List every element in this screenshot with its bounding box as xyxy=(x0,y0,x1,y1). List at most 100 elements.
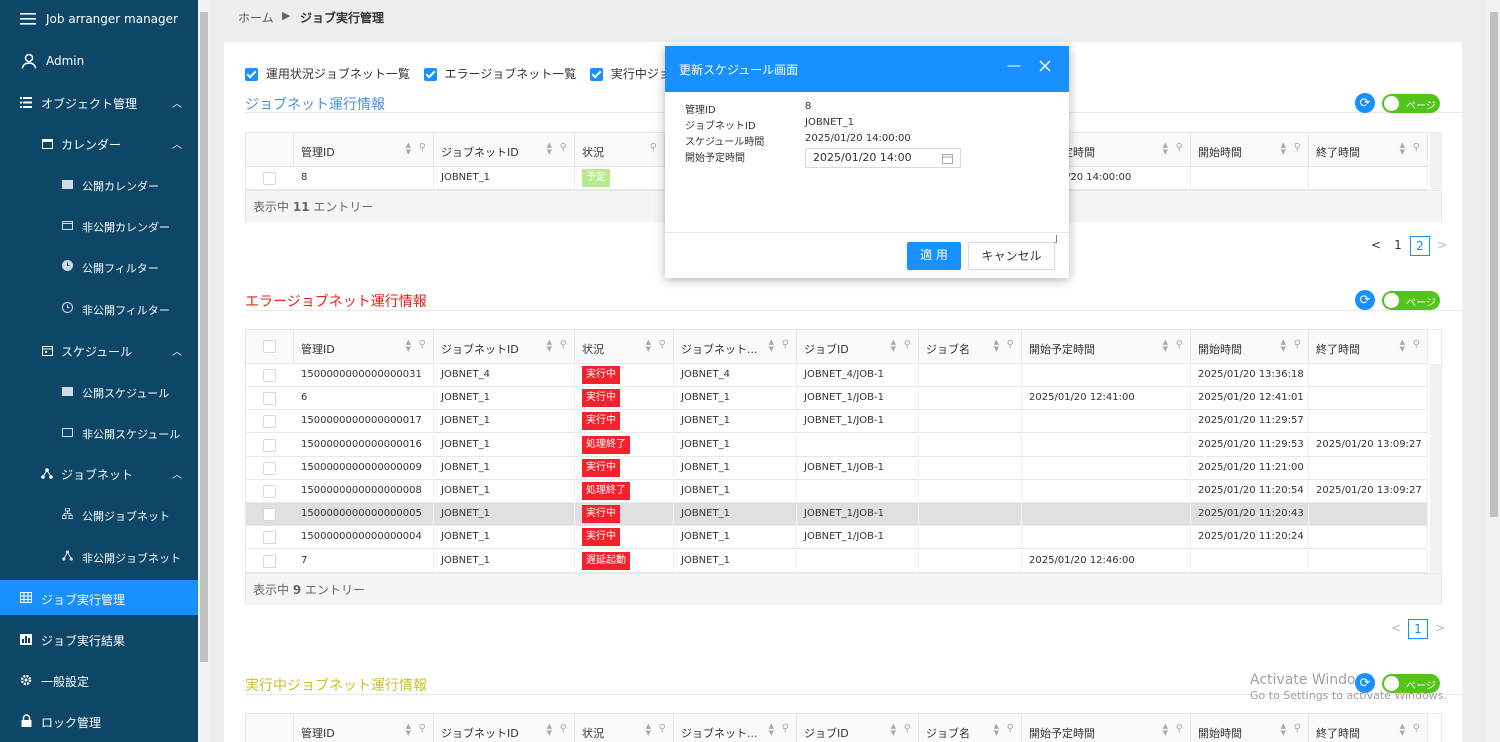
sidebar-item-private-filter[interactable]: 非公開フィルター xyxy=(0,289,198,327)
sort-icon[interactable]: ▲ ▼ xyxy=(646,339,651,353)
search-icon[interactable]: ⚲ xyxy=(1007,339,1014,350)
sort-icon[interactable]: ▲ ▼ xyxy=(1281,339,1286,353)
table-row[interactable]: 1500000000000000005 JOBNET_1 実行中 JOBNET_1 JO… xyxy=(246,503,1428,527)
sort-icon[interactable]: ▲ ▼ xyxy=(891,339,896,353)
page-2[interactable]: 2 xyxy=(1410,236,1430,256)
page-toggle[interactable]: ページ xyxy=(1382,291,1440,310)
sidebar-item-job-execution-management[interactable]: ジョブ実行管理 xyxy=(0,580,198,615)
search-icon[interactable]: ⚲ xyxy=(419,723,426,734)
sort-icon[interactable]: ▲ ▼ xyxy=(406,142,411,156)
filter-checkbox-2[interactable] xyxy=(423,68,437,81)
search-icon[interactable]: ⚲ xyxy=(1413,723,1420,734)
close-icon[interactable] xyxy=(1039,60,1051,75)
column-header[interactable]: 状況 ▲ ▼ ⚲ xyxy=(575,714,674,742)
sort-icon[interactable]: ▲ ▼ xyxy=(646,723,651,737)
sort-icon[interactable]: ▲ ▼ xyxy=(406,723,411,737)
search-icon[interactable]: ⚲ xyxy=(1176,723,1183,734)
sidebar-scrollbar-thumb[interactable] xyxy=(200,12,208,662)
row-checkbox[interactable] xyxy=(263,392,276,406)
sort-icon[interactable]: ▲ ▼ xyxy=(1400,723,1405,737)
sidebar-item-private-schedule[interactable]: 非公開スケジュール xyxy=(0,413,198,451)
search-icon[interactable]: ⚲ xyxy=(1294,339,1301,350)
row-checkbox[interactable] xyxy=(263,531,276,545)
prev-page-icon[interactable]: < xyxy=(1386,619,1406,639)
sort-icon[interactable]: ▲ ▼ xyxy=(547,142,552,156)
sort-icon[interactable]: ▲ ▼ xyxy=(1281,142,1286,156)
column-header[interactable]: 開始時間 ▲ ▼ ⚲ xyxy=(1191,330,1309,364)
column-header[interactable]: ジョブ名 ▲ ▼ ⚲ xyxy=(919,714,1022,742)
row-checkbox[interactable] xyxy=(263,415,276,429)
search-icon[interactable]: ⚲ xyxy=(1413,142,1420,153)
sort-icon[interactable]: ▲ ▼ xyxy=(1163,723,1168,737)
sort-icon[interactable]: ▲ ▼ xyxy=(994,339,999,353)
hamburger-menu-icon[interactable] xyxy=(20,11,36,27)
row-checkbox[interactable] xyxy=(263,508,276,522)
row-checkbox[interactable] xyxy=(263,172,276,185)
column-header[interactable]: 開始予定時間 ▲ ▼ ⚲ xyxy=(1022,714,1191,742)
table-row[interactable]: 7 JOBNET_1 遅延起動 JOBNET_1 2025/01/20 12:46:00 xyxy=(246,549,1428,573)
filter-checkbox-1[interactable] xyxy=(245,68,258,81)
table-row[interactable]: 1500000000000000004 JOBNET_1 実行中 JOBNET_1 JO… xyxy=(246,526,1428,550)
table-scrollbar[interactable] xyxy=(1430,364,1442,573)
row-checkbox[interactable] xyxy=(263,554,276,568)
search-icon[interactable]: ⚲ xyxy=(904,339,911,350)
sidebar-item-jobnet[interactable]: ジョブネット ︿ xyxy=(0,454,198,492)
column-header[interactable]: ジョブ名 ▲ ▼ ⚲ xyxy=(919,330,1022,364)
breadcrumb-home[interactable]: ホーム xyxy=(238,9,274,26)
row-checkbox[interactable] xyxy=(263,438,276,452)
column-header[interactable]: 状況 ▲ ▼ ⚲ xyxy=(575,330,674,364)
search-icon[interactable]: ⚲ xyxy=(560,142,567,153)
next-page-icon[interactable]: > xyxy=(1430,619,1450,639)
sidebar-item-public-calendar[interactable]: 公開カレンダー xyxy=(0,165,198,203)
search-icon[interactable]: ⚲ xyxy=(659,723,666,734)
row-checkbox[interactable] xyxy=(263,461,276,475)
select-all-checkbox[interactable] xyxy=(263,340,276,353)
sidebar-item-object-management[interactable]: オブジェクト管理 ︿ xyxy=(0,83,198,121)
column-header[interactable]: 開始時間 ▲ ▼ ⚲ xyxy=(1191,133,1309,167)
search-icon[interactable]: ⚲ xyxy=(1176,142,1183,153)
search-icon[interactable]: ⚲ xyxy=(419,142,426,153)
search-icon[interactable]: ⚲ xyxy=(782,339,789,350)
sidebar-item-private-jobnet[interactable]: 非公開ジョブネット xyxy=(0,537,198,575)
column-header[interactable]: 管理ID ▲ ▼ ⚲ xyxy=(294,330,434,364)
user-item[interactable]: Admin xyxy=(0,42,198,80)
column-header[interactable]: 管理ID ▲ ▼ ⚲ xyxy=(294,133,434,167)
row-checkbox[interactable] xyxy=(263,369,276,382)
sort-icon[interactable]: ▲ ▼ xyxy=(1400,142,1405,156)
sidebar-item-public-filter[interactable]: 公開フィルター xyxy=(0,247,198,285)
search-icon[interactable]: ⚲ xyxy=(904,723,911,734)
refresh-icon[interactable]: ⟳ xyxy=(1355,290,1375,310)
cancel-button[interactable]: キャンセル xyxy=(968,242,1055,270)
sort-icon[interactable]: ▲ ▼ xyxy=(406,339,411,353)
search-icon[interactable]: ⚲ xyxy=(560,723,567,734)
column-header[interactable]: 終了時間 ▲ ▼ ⚲ xyxy=(1309,133,1428,167)
sort-icon[interactable]: ▲ ▼ xyxy=(994,723,999,737)
search-icon[interactable]: ⚲ xyxy=(1007,723,1014,734)
search-icon[interactable]: ⚲ xyxy=(1413,339,1420,350)
table-row[interactable]: 1500000000000000031 JOBNET_4 実行中 JOBNET_4 JO… xyxy=(246,364,1428,387)
search-icon[interactable]: ⚲ xyxy=(782,723,789,734)
search-icon[interactable]: ⚲ xyxy=(1294,142,1301,153)
sidebar-item-lock-management[interactable]: ロック管理 xyxy=(0,702,198,740)
column-header[interactable]: ジョブネット... ▲ ▼ ⚲ xyxy=(674,714,797,742)
page-1[interactable]: 1 xyxy=(1388,236,1408,256)
search-icon[interactable]: ⚲ xyxy=(1294,723,1301,734)
column-header[interactable]: ジョブID ▲ ▼ ⚲ xyxy=(797,714,919,742)
planned-start-date-picker[interactable]: 2025/01/20 14:00 xyxy=(805,148,961,168)
table-row[interactable]: 1500000000000000016 JOBNET_1 処理終了 JOBNET_1 2… xyxy=(246,433,1428,457)
column-header[interactable]: ジョブネットID ▲ ▼ ⚲ xyxy=(434,714,575,742)
minimize-icon[interactable]: — xyxy=(1007,58,1021,74)
table-row[interactable]: 6 JOBNET_1 実行中 JOBNET_1 JOBNET_1/JOB-1 2025/0… xyxy=(246,387,1428,411)
sidebar-item-general-settings[interactable]: 一般設定 xyxy=(0,661,198,699)
sidebar-item-schedule[interactable]: スケジュール ︿ xyxy=(0,331,198,369)
sort-icon[interactable]: ▲ ▼ xyxy=(769,339,774,353)
table-row[interactable]: 1500000000000000008 JOBNET_1 処理終了 JOBNET_1 2… xyxy=(246,480,1428,503)
column-header[interactable]: ジョブネット... ▲ ▼ ⚲ xyxy=(674,330,797,364)
calendar-icon[interactable] xyxy=(942,152,953,170)
page-toggle[interactable]: ページ xyxy=(1382,94,1440,113)
sort-icon[interactable]: ▲ ▼ xyxy=(1163,142,1168,156)
row-checkbox[interactable] xyxy=(263,485,276,498)
column-header[interactable]: 終了時間 ▲ ▼ ⚲ xyxy=(1309,330,1428,364)
sidebar-item-calendar[interactable]: カレンダー ︿ xyxy=(0,124,198,162)
search-icon[interactable]: ⚲ xyxy=(419,339,426,350)
